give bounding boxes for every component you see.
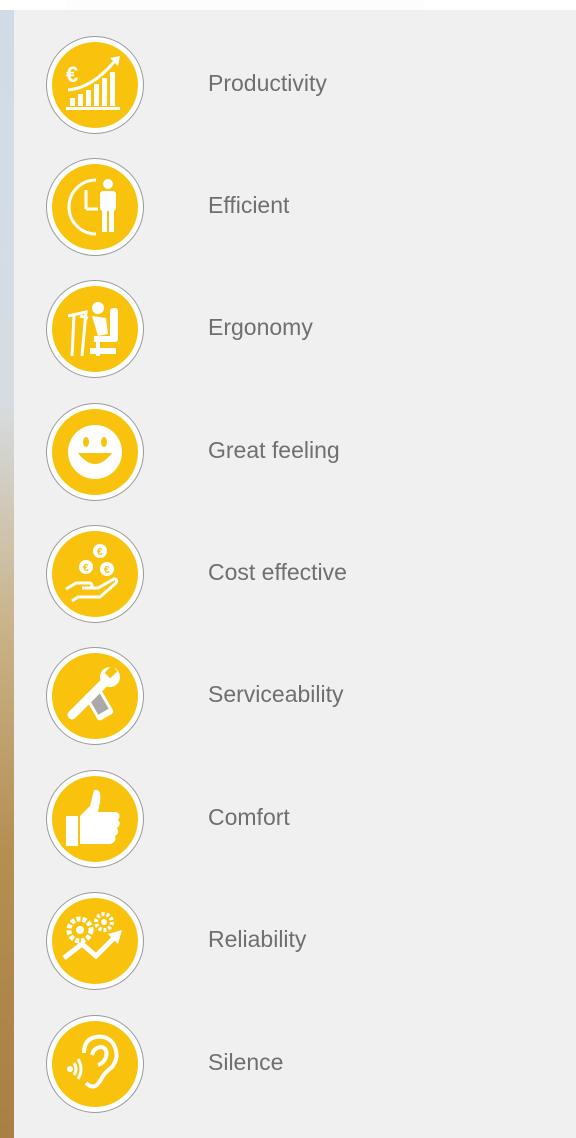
feature-label: Reliability [208,926,307,952]
wrench-phone-icon [67,665,120,721]
feature-item-reliability[interactable]: Reliability [14,892,576,992]
feature-item-efficient[interactable]: Efficient [14,158,576,258]
feature-label: Ergonomy [208,314,313,340]
feature-item-comfort[interactable]: Comfort [14,770,576,870]
feature-badge [46,770,144,868]
feature-item-cost-effective[interactable]: € € € Cost effective [14,525,576,625]
feature-badge [46,158,144,256]
top-frame [0,0,576,10]
feature-label: Cost effective [208,559,347,585]
feature-item-productivity[interactable]: € Productivity [14,36,576,136]
feature-item-serviceability[interactable]: Serviceability [14,647,576,747]
feature-list: € Productivity Efficient Ergonomy Great … [14,10,576,1138]
feature-label: Great feeling [208,437,340,463]
hand-coins-icon: € € € [65,544,119,603]
productivity-chart-icon: € [66,56,120,110]
feature-item-silence[interactable]: Silence [14,1015,576,1115]
clock-person-icon [67,178,116,236]
feature-badge: € [46,36,144,134]
feature-label: Productivity [208,70,327,96]
thumbs-up-icon [66,789,120,846]
feature-item-great-feeling[interactable]: Great feeling [14,403,576,503]
feature-badge [46,1015,144,1113]
feature-badge [46,403,144,501]
background-photo-strip [0,0,14,1138]
svg-text:€: € [66,62,78,87]
feature-label: Serviceability [208,681,344,707]
feature-item-ergonomy[interactable]: Ergonomy [14,280,576,380]
feature-label: Comfort [208,804,290,830]
svg-text:€: € [104,565,110,576]
feature-label: Silence [208,1049,284,1075]
seated-operator-icon [67,302,118,357]
ear-icon [67,1034,119,1089]
feature-badge [46,280,144,378]
feature-badge [46,892,144,990]
svg-text:€: € [97,547,103,558]
feature-badge: € € € [46,525,144,623]
gears-arrow-icon [62,912,122,960]
smiley-face-icon [68,425,122,479]
feature-badge [46,647,144,745]
feature-label: Efficient [208,192,290,218]
svg-text:€: € [83,563,89,574]
